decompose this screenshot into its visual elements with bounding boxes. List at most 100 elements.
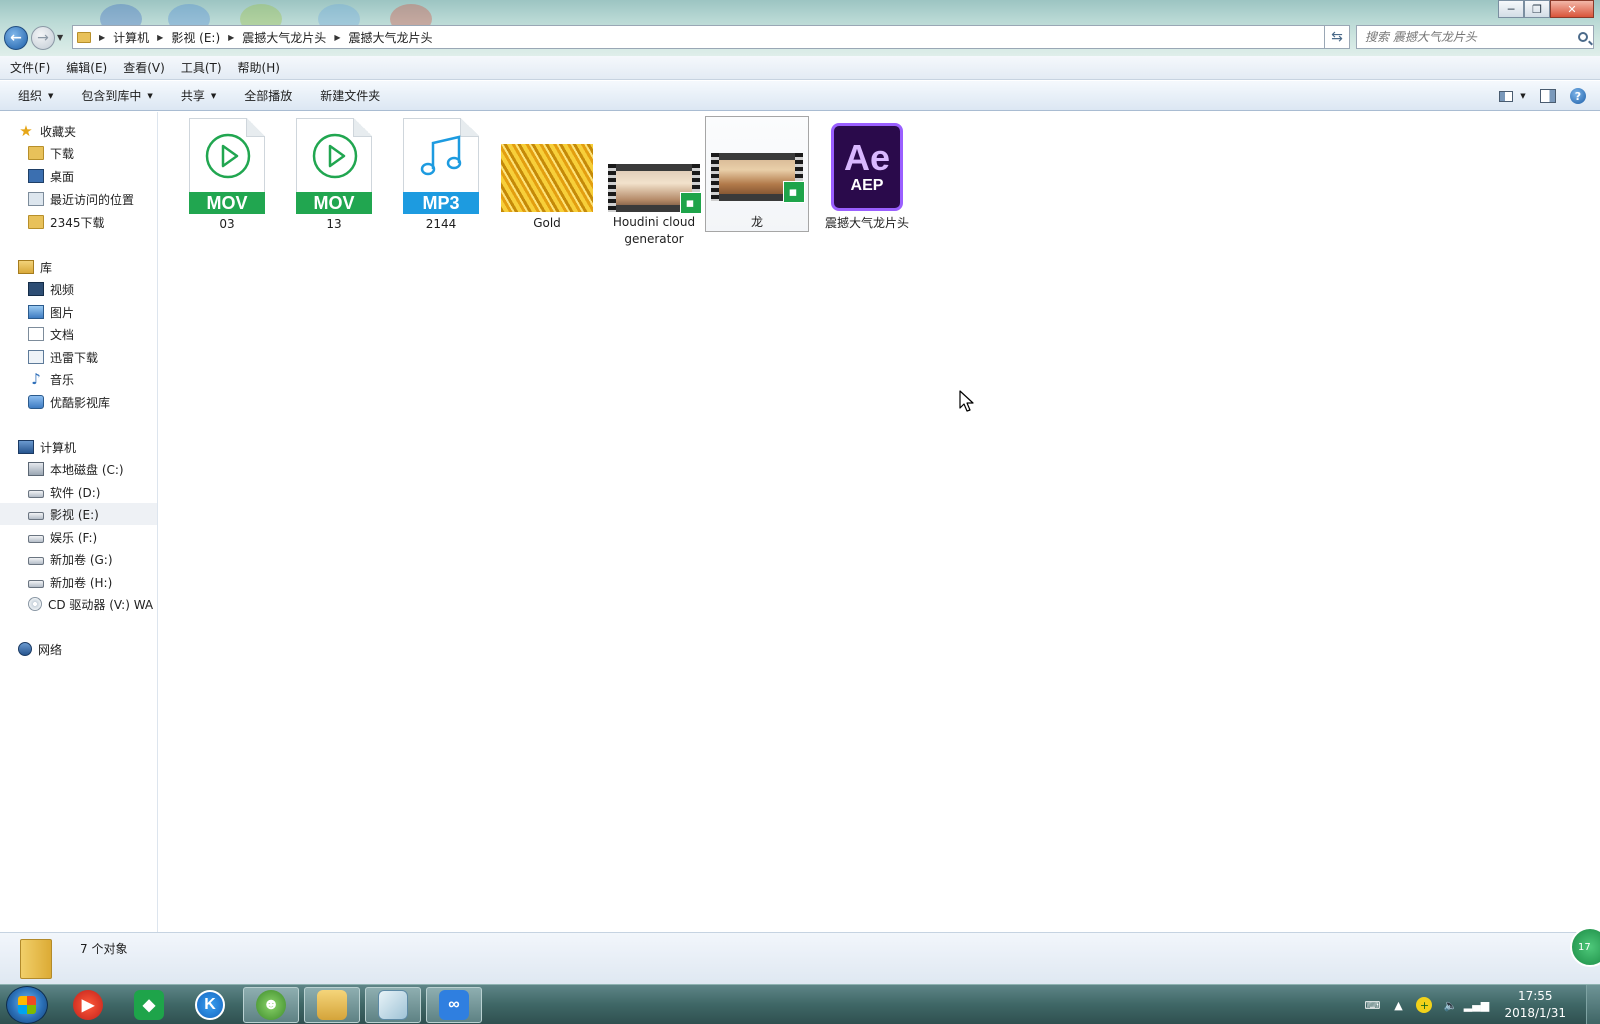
file-item-13[interactable]: MOV 13	[282, 118, 386, 232]
nav-label: 娱乐 (F:)	[50, 530, 98, 545]
taskbar-app-file-explorer[interactable]	[304, 987, 360, 1023]
keyboard-icon[interactable]: ⌨	[1364, 997, 1381, 1013]
nav-label: 收藏夹	[40, 124, 77, 139]
chevron-right-icon[interactable]: ▶	[334, 33, 340, 42]
view-options-dropdown[interactable]: ▼	[1518, 86, 1528, 106]
system-drive-icon	[28, 462, 44, 476]
file-item-dragon[interactable]: ◆ 龙	[705, 116, 809, 232]
nav-item-2345-downloads[interactable]: 2345下载	[0, 211, 157, 233]
nav-item-music[interactable]: ♪ 音乐	[0, 368, 157, 390]
nav-item-documents[interactable]: 文档	[0, 323, 157, 345]
nav-item-youku-library[interactable]: 优酷影视库	[0, 391, 157, 413]
menu-help[interactable]: 帮助(H)	[232, 59, 286, 76]
tray-app-icon[interactable]: +	[1416, 997, 1433, 1013]
nav-item-pictures[interactable]: 图片	[0, 301, 157, 323]
file-name: 03	[219, 217, 235, 231]
after-effects-icon: Ae AEP	[831, 122, 903, 211]
volume-icon[interactable]: 🔈	[1442, 997, 1458, 1013]
pictures-library-icon	[28, 305, 44, 319]
nav-computer[interactable]: 计算机	[0, 436, 157, 458]
nav-network[interactable]: 网络	[0, 638, 157, 660]
preview-pane-button[interactable]	[1538, 86, 1558, 106]
taskbar-app-green[interactable]: ◆	[121, 987, 177, 1023]
search-box[interactable]	[1356, 25, 1594, 49]
menu-tools[interactable]: 工具(T)	[175, 59, 228, 76]
nav-drive-d[interactable]: 软件 (D:)	[0, 481, 157, 503]
floating-speed-badge[interactable]: 17	[1570, 927, 1600, 967]
breadcrumb-drive-e[interactable]: 影视 (E:)	[171, 29, 220, 46]
address-bar[interactable]: ▶ 计算机 ▶ 影视 (E:) ▶ 震撼大气龙片头 ▶ 震撼大气龙片头 ▼	[72, 25, 1350, 49]
nav-item-downloads[interactable]: 下载	[0, 142, 157, 164]
chevron-right-icon[interactable]: ▶	[157, 33, 163, 42]
mov-file-icon: MOV	[296, 118, 372, 214]
taskbar-app-media-player[interactable]: ▶	[60, 987, 116, 1023]
show-hidden-icons-icon[interactable]: ▲	[1390, 997, 1406, 1013]
search-icon[interactable]	[1578, 32, 1588, 42]
close-button[interactable]: ✕	[1550, 0, 1594, 18]
nav-item-desktop[interactable]: 桌面	[0, 165, 157, 187]
recent-pages-dropdown[interactable]: ▼	[57, 33, 63, 42]
file-item-03[interactable]: MOV 03	[175, 118, 279, 232]
file-item-houdini-cloud-generator[interactable]: ◆ Houdini cloud generator	[602, 118, 706, 246]
nav-item-recent-places[interactable]: 最近访问的位置	[0, 188, 157, 210]
nav-drive-e[interactable]: 影视 (E:)	[0, 503, 157, 525]
back-button[interactable]: ←	[4, 26, 28, 50]
organize-button[interactable]: 组织 ▼	[12, 87, 59, 104]
chevron-right-icon[interactable]: ▶	[99, 33, 105, 42]
file-item-2144[interactable]: MP3 2144	[389, 118, 493, 232]
drive-icon	[28, 580, 44, 588]
change-view-button[interactable]	[1496, 86, 1516, 106]
menu-view[interactable]: 查看(V)	[117, 59, 171, 76]
minimize-button[interactable]: ─	[1498, 0, 1524, 18]
start-button[interactable]	[6, 986, 48, 1024]
new-folder-button[interactable]: 新建文件夹	[314, 87, 386, 104]
taskbar-app-notepad[interactable]	[365, 987, 421, 1023]
menu-file[interactable]: 文件(F)	[4, 59, 56, 76]
refresh-button[interactable]: ⇆	[1324, 25, 1350, 49]
video-player-badge-icon: ◆	[680, 192, 702, 214]
breadcrumb-current-folder[interactable]: 震撼大气龙片头	[348, 29, 432, 46]
caret-down-icon: ▼	[48, 91, 54, 100]
nav-drive-f[interactable]: 娱乐 (F:)	[0, 526, 157, 548]
file-list-area[interactable]: MOV 03 MOV 13 MP3 2144 Gold ◆ Houdini cl…	[159, 112, 1600, 932]
nav-item-videos[interactable]: 视频	[0, 278, 157, 300]
windows-logo-icon	[18, 996, 36, 1014]
search-input[interactable]	[1365, 30, 1565, 44]
taskbar-app-frog[interactable]: ☻	[243, 987, 299, 1023]
taskbar-app-kugou[interactable]: K	[182, 987, 238, 1023]
share-button[interactable]: 共享 ▼	[175, 87, 222, 104]
mouse-cursor-icon	[959, 390, 974, 412]
nav-cd-drive[interactable]: CD 驱动器 (V:) WA	[0, 593, 157, 615]
file-item-gold[interactable]: Gold	[495, 118, 599, 232]
help-icon: ?	[1570, 88, 1586, 104]
nav-favorites[interactable]: ★ 收藏夹	[0, 120, 157, 142]
network-signal-icon[interactable]: ▂▄▆	[1464, 997, 1489, 1013]
chevron-right-icon[interactable]: ▶	[228, 33, 234, 42]
include-library-button[interactable]: 包含到库中 ▼	[75, 87, 158, 104]
menu-bar: 文件(F) 编辑(E) 查看(V) 工具(T) 帮助(H)	[0, 56, 1600, 80]
nav-item-xunlei-downloads[interactable]: 迅雷下载	[0, 346, 157, 368]
library-icon	[18, 260, 34, 274]
maximize-button[interactable]: ❐	[1524, 0, 1550, 18]
show-desktop-button[interactable]	[1586, 985, 1600, 1024]
nav-drive-h[interactable]: 新加卷 (H:)	[0, 571, 157, 593]
new-folder-label: 新建文件夹	[320, 89, 381, 103]
menu-edit[interactable]: 编辑(E)	[60, 59, 113, 76]
nav-drive-g[interactable]: 新加卷 (G:)	[0, 548, 157, 570]
green-app-icon: ◆	[134, 990, 164, 1020]
nav-libraries[interactable]: 库	[0, 256, 157, 278]
play-all-button[interactable]: 全部播放	[238, 87, 298, 104]
drive-icon	[28, 535, 44, 543]
mov-file-icon: MOV	[189, 118, 265, 214]
play-all-label: 全部播放	[244, 89, 293, 103]
youku-library-icon	[28, 395, 44, 409]
help-button[interactable]: ?	[1568, 86, 1588, 106]
forward-button[interactable]: →	[31, 26, 55, 50]
breadcrumb-folder[interactable]: 震撼大气龙片头	[242, 29, 326, 46]
file-item-aep-project[interactable]: Ae AEP 震撼大气龙片头	[815, 118, 919, 232]
breadcrumb-computer[interactable]: 计算机	[113, 29, 149, 46]
clock[interactable]: 17:55 2018/1/31	[1504, 988, 1566, 1022]
nav-drive-c[interactable]: 本地磁盘 (C:)	[0, 458, 157, 480]
taskbar-app-baidu-netdisk[interactable]: ∞	[426, 987, 482, 1023]
nav-label: 图片	[50, 305, 75, 320]
